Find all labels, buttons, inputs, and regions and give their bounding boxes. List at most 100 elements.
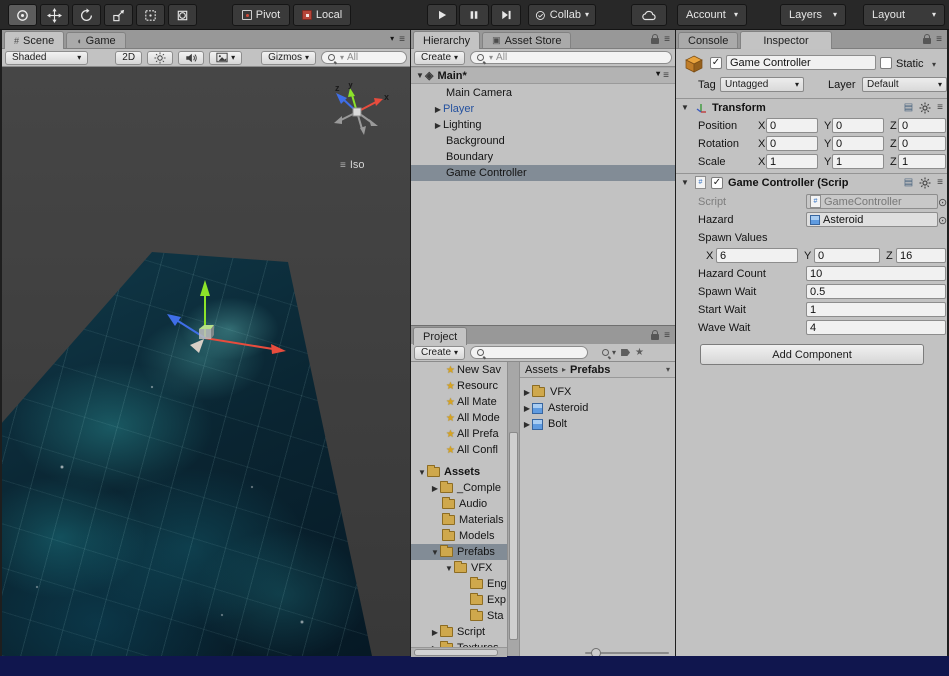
favorite-item[interactable]: ★ New Sav xyxy=(411,362,507,378)
transform-component-header[interactable]: ▼ Transform ▤ ≡ xyxy=(676,98,947,116)
object-picker-icon[interactable]: ⊙ xyxy=(938,214,947,227)
hierarchy-item-background[interactable]: Background xyxy=(411,133,675,149)
breadcrumb-current[interactable]: Prefabs xyxy=(570,364,610,376)
tree-item[interactable]: ▼ VFX xyxy=(411,560,507,576)
layer-dropdown[interactable]: Default ▾ xyxy=(862,77,947,92)
script-component-header[interactable]: ▼ # ✓ Game Controller (Scrip ▤ ≡ xyxy=(676,173,947,191)
asset-item-asteroid[interactable]: ▶ Asteroid xyxy=(520,400,675,416)
tab-console[interactable]: Console xyxy=(678,32,739,48)
disclosure-open-icon[interactable]: ▼ xyxy=(680,103,690,112)
scrollbar-thumb[interactable] xyxy=(414,649,498,656)
gizmos-dropdown[interactable]: Gizmos ▾ xyxy=(261,50,316,65)
disclosure-open-icon[interactable]: ▼ xyxy=(444,564,454,573)
hazard-object-field[interactable]: Asteroid xyxy=(806,212,938,227)
lighting-toggle-button[interactable] xyxy=(147,50,174,65)
cloud-button[interactable] xyxy=(631,4,667,26)
breadcrumb-dropdown-icon[interactable]: ▾ xyxy=(666,365,670,374)
collab-button[interactable]: Collab ▾ xyxy=(528,4,596,26)
component-menu-icon[interactable]: ≡ xyxy=(937,102,943,113)
hierarchy-create-button[interactable]: Create ▾ xyxy=(414,50,466,65)
scale-x-field[interactable]: 1 xyxy=(766,154,818,169)
favorite-item[interactable]: ★ All Mate xyxy=(411,394,507,410)
disclosure-closed-icon[interactable]: ▶ xyxy=(522,420,532,429)
tree-item-prefabs[interactable]: ▼ Prefabs xyxy=(411,544,507,560)
wave-wait-field[interactable]: 4 xyxy=(806,320,946,335)
transform-tool-button[interactable] xyxy=(168,4,197,26)
save-search-star-icon[interactable]: ★ xyxy=(635,347,644,358)
active-checkbox[interactable]: ✓ xyxy=(710,57,722,69)
disclosure-closed-icon[interactable]: ▶ xyxy=(433,105,443,114)
scene-tab-dropdown-icon[interactable]: ▾ xyxy=(390,35,394,43)
audio-toggle-button[interactable] xyxy=(178,50,205,65)
effects-dropdown[interactable]: ▾ xyxy=(209,50,243,65)
step-button[interactable] xyxy=(491,4,521,26)
scene-viewport[interactable]: z y x ≡ Iso xyxy=(2,67,410,656)
object-picker-icon[interactable]: ⊙ xyxy=(938,196,947,209)
hazard-count-field[interactable]: 10 xyxy=(806,266,946,281)
project-create-button[interactable]: Create ▾ xyxy=(414,345,466,360)
scene-search-input[interactable]: ▾ All xyxy=(321,51,407,64)
project-search-input[interactable] xyxy=(470,346,589,359)
layers-dropdown[interactable]: Layers ▾ xyxy=(780,4,846,26)
scene-row-menu-icon[interactable]: ≡ xyxy=(663,70,669,81)
axis-y-label[interactable]: y xyxy=(348,83,353,89)
scene-header-row[interactable]: ▼ ◈ Main* ▾ ≡ xyxy=(411,67,675,84)
hierarchy-search-input[interactable]: ▾ All xyxy=(470,51,672,64)
gear-icon[interactable] xyxy=(919,102,931,114)
favorite-item[interactable]: ★ All Mode xyxy=(411,410,507,426)
script-object-field[interactable]: # GameController xyxy=(806,194,938,209)
play-button[interactable] xyxy=(427,4,457,26)
scene-row-dropdown-icon[interactable]: ▾ xyxy=(656,70,660,81)
disclosure-closed-icon[interactable]: ▶ xyxy=(522,404,532,413)
rotation-z-field[interactable]: 0 xyxy=(898,136,946,151)
layout-dropdown[interactable]: Layout ▾ xyxy=(863,4,945,26)
axis-x-label[interactable]: x xyxy=(384,92,389,102)
tab-inspector[interactable]: Inspector xyxy=(740,31,832,49)
hierarchy-panel-menu-icon[interactable]: ≡ xyxy=(664,34,670,45)
start-wait-field[interactable]: 1 xyxy=(806,302,946,317)
spawn-x-field[interactable]: 6 xyxy=(716,248,798,263)
position-z-field[interactable]: 0 xyxy=(898,118,946,133)
favorite-item[interactable]: ★ Resourc xyxy=(411,378,507,394)
component-menu-icon[interactable]: ≡ xyxy=(937,177,943,188)
orientation-gizmo[interactable]: z y x xyxy=(324,83,396,155)
position-x-field[interactable]: 0 xyxy=(766,118,818,133)
favorite-item[interactable]: ★ All Confl xyxy=(411,442,507,458)
lock-icon[interactable] xyxy=(923,33,932,44)
spawn-z-field[interactable]: 16 xyxy=(896,248,946,263)
2d-toggle-button[interactable]: 2D xyxy=(115,50,143,65)
project-panel-menu-icon[interactable]: ≡ xyxy=(664,330,670,341)
hierarchy-item-lighting[interactable]: ▶ Lighting xyxy=(411,117,675,133)
rotation-y-field[interactable]: 0 xyxy=(832,136,884,151)
project-horizontal-scrollbar[interactable] xyxy=(411,647,507,657)
disclosure-open-icon[interactable]: ▼ xyxy=(680,178,690,187)
scale-tool-button[interactable] xyxy=(104,4,133,26)
tree-item-assets[interactable]: ▼ Assets xyxy=(411,464,507,480)
static-dropdown-icon[interactable]: ▾ xyxy=(932,61,936,69)
tree-item[interactable]: ▶ _Comple xyxy=(411,480,507,496)
tree-item[interactable]: Audio xyxy=(411,496,507,512)
rotation-x-field[interactable]: 0 xyxy=(766,136,818,151)
disclosure-closed-icon[interactable]: ▶ xyxy=(430,484,440,493)
gear-icon[interactable] xyxy=(919,177,931,189)
draw-mode-dropdown[interactable]: Shaded ▾ xyxy=(5,50,89,65)
disclosure-closed-icon[interactable]: ▶ xyxy=(433,121,443,130)
asset-item-bolt[interactable]: ▶ Bolt xyxy=(520,416,675,432)
lock-icon[interactable] xyxy=(651,33,660,44)
favorite-item[interactable]: ★ All Prefa xyxy=(411,426,507,442)
projection-mode-label[interactable]: ≡ Iso xyxy=(340,159,365,171)
help-book-icon[interactable]: ▤ xyxy=(904,177,913,188)
add-component-button[interactable]: Add Component xyxy=(700,344,924,365)
search-by-label-icon[interactable] xyxy=(621,349,631,356)
move-tool-button[interactable] xyxy=(40,4,69,26)
static-checkbox[interactable] xyxy=(880,57,892,69)
disclosure-closed-icon[interactable]: ▶ xyxy=(430,628,440,637)
spawn-y-field[interactable]: 0 xyxy=(814,248,880,263)
tab-hierarchy[interactable]: Hierarchy xyxy=(413,31,481,49)
local-toggle-button[interactable]: Local xyxy=(293,4,351,26)
pivot-toggle-button[interactable]: Pivot xyxy=(232,4,290,26)
lock-icon[interactable] xyxy=(651,329,660,340)
object-name-field[interactable]: Game Controller xyxy=(726,55,876,70)
pause-button[interactable] xyxy=(459,4,489,26)
inspector-panel-menu-icon[interactable]: ≡ xyxy=(936,34,942,45)
